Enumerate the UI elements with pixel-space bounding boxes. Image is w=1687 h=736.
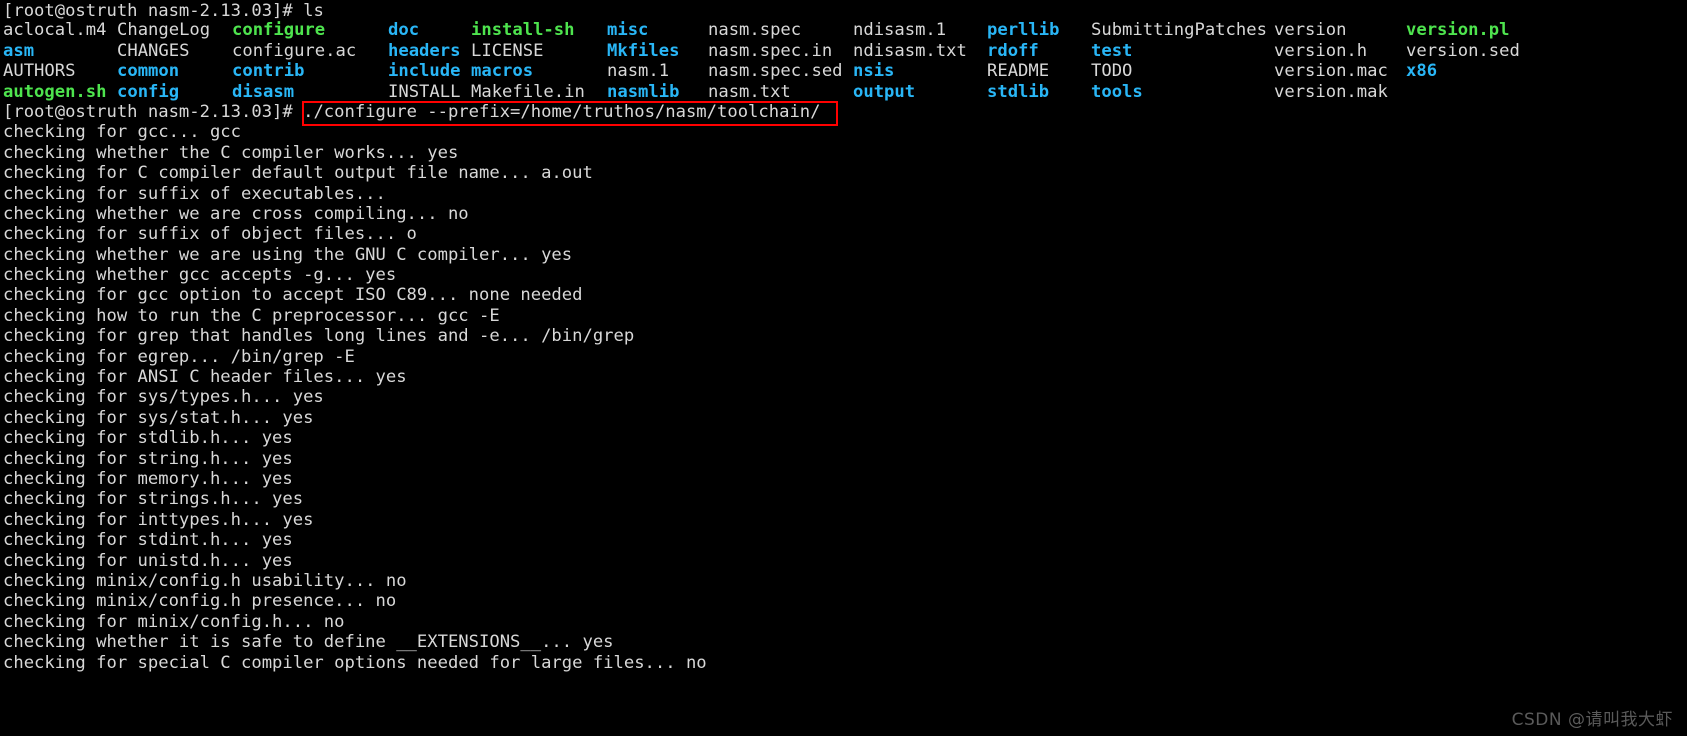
ls-entry-file: ChangeLog [117,20,211,41]
ls-entry-file: nasm.spec.sed [708,61,843,82]
ls-entry-file: nasm.1 [607,61,670,82]
command-ls: ls [303,1,324,21]
ls-entry-directory: headers [388,40,461,61]
ls-entry-directory: Mkfiles [607,40,680,61]
watermark: CSDN @请叫我大虾 [1511,710,1673,730]
configure-output-line: checking minix/config.h usability... no [3,570,407,591]
ls-entry-directory: perllib [987,20,1060,41]
ls-entry-file: SubmittingPatches [1091,20,1267,41]
configure-output-line: checking for inttypes.h... yes [3,509,314,530]
ls-entry-directory: asm [3,40,35,61]
ls-entry-file: version [1274,20,1347,41]
ls-output-row: AUTHORS common contrib include macros nasm.1 n… [0,61,1687,81]
ls-entry-directory: contrib [232,61,305,82]
ls-entry-directory: common [117,61,180,82]
ls-entry-directory: macros [471,61,534,82]
ls-output-row: asm CHANGES configure.ac headers LICENSE Mkfi… [0,41,1687,61]
ls-entry-directory: nsis [853,61,895,82]
configure-output-line: checking whether it is safe to define __… [3,632,614,653]
configure-output-line: checking for suffix of object files... o [3,224,417,245]
ls-entry-file: README [987,61,1050,82]
configure-output-line: checking for gcc option to accept ISO C8… [3,285,583,306]
ls-entry-file: INSTALL [388,81,461,102]
ls-entry-directory: misc [607,20,649,41]
ls-entry-file: TODO [1091,61,1133,82]
ls-entry-file: nasm.txt [708,81,791,102]
configure-output-line: checking for stdint.h... yes [3,530,293,551]
ls-entry-file: CHANGES [117,40,190,61]
configure-output: checking for gcc... gcc checking whether … [0,122,1687,673]
configure-output-line: checking for stdlib.h... yes [3,428,293,449]
ls-entry-file: ndisasm.1 [853,20,947,41]
configure-output-line: checking for string.h... yes [3,448,293,469]
ls-entry-directory: doc [388,20,420,41]
ls-entry-executable: install-sh [471,20,575,41]
configure-output-line: checking for ANSI C header files... yes [3,367,407,388]
configure-output-line: checking for unistd.h... yes [3,550,293,571]
configure-output-line: checking whether the C compiler works...… [3,142,459,163]
configure-output-line: checking for sys/types.h... yes [3,387,324,408]
configure-output-line: checking for gcc... gcc [3,122,241,143]
ls-output-row: aclocal.m4 ChangeLog configure doc install-s… [0,20,1687,40]
ls-entry-file: version.h [1274,40,1368,61]
ls-entry-directory: stdlib [987,81,1050,102]
ls-entry-file: Makefile.in [471,81,585,102]
ls-entry-file: LICENSE [471,40,544,61]
ls-entry-directory: config [117,81,180,102]
prompt-line-ls: [root@ostruth nasm-2.13.03]# ls [0,0,1687,21]
configure-output-line: checking whether gcc accepts -g... yes [3,265,397,286]
ls-entry-directory: tools [1091,81,1143,102]
ls-entry-directory: rdoff [987,40,1039,61]
shell-prompt: [root@ostruth nasm-2.13.03]# [3,101,304,122]
configure-output-line: checking for memory.h... yes [3,468,293,489]
configure-output-line: checking for suffix of executables... [3,183,397,204]
ls-entry-file: ndisasm.txt [853,40,967,61]
ls-entry-directory: disasm [232,81,295,102]
terminal-window[interactable]: [root@ostruth nasm-2.13.03]# ls aclocal.… [0,0,1687,736]
configure-output-line: checking for grep that handles long line… [3,326,635,347]
ls-entry-file: nasm.spec [708,20,802,41]
configure-output-line: checking for special C compiler options … [3,652,707,673]
ls-entry-executable: autogen.sh [3,81,107,102]
ls-entry-executable: version.pl [1406,20,1510,41]
ls-entry-directory: test [1091,40,1133,61]
ls-entry-directory: nasmlib [607,81,680,102]
prompt-line-configure: [root@ostruth nasm-2.13.03]# ./configure… [0,102,1687,122]
ls-entry-directory: x86 [1406,61,1438,82]
ls-entry-file: configure.ac [232,40,357,61]
configure-output-line: checking for sys/stat.h... yes [3,407,314,428]
ls-entry-file: aclocal.m4 [3,20,107,41]
configure-output-line: checking for strings.h... yes [3,489,304,510]
ls-entry-file: version.mak [1274,81,1388,102]
configure-output-line: checking for egrep... /bin/grep -E [3,346,355,367]
configure-output-line: checking whether we are cross compiling.… [3,203,469,224]
ls-entry-file: version.mac [1274,61,1388,82]
configure-output-line: checking minix/config.h presence... no [3,591,397,612]
command-configure: ./configure --prefix=/home/truthos/nasm/… [303,101,821,122]
ls-entry-directory: output [853,81,916,102]
shell-prompt: [root@ostruth nasm-2.13.03]# [3,1,304,21]
configure-output-line: checking for minix/config.h... no [3,611,345,632]
ls-entry-directory: include [388,61,461,82]
configure-output-line: checking how to run the C preprocessor..… [3,305,500,326]
ls-output-row: autogen.sh config disasm INSTALL Makefile.in… [0,82,1687,102]
ls-entry-file: version.sed [1406,40,1520,61]
configure-output-line: checking for C compiler default output f… [3,163,593,184]
ls-entry-executable: configure [232,20,326,41]
configure-output-line: checking whether we are using the GNU C … [3,244,573,265]
ls-entry-file: nasm.spec.in [708,40,833,61]
ls-entry-file: AUTHORS [3,61,76,82]
